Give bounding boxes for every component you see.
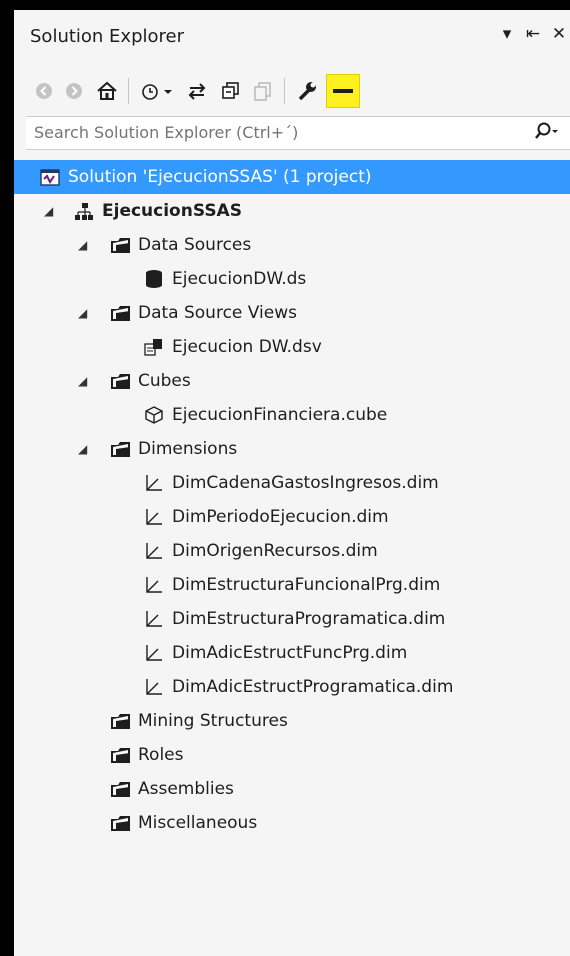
tree-node-dim[interactable]: DimEstructuraProgramatica.dim (14, 602, 570, 636)
tree-label-data-source-views: Data Source Views (138, 303, 297, 323)
search-input[interactable] (32, 122, 516, 143)
tree-label-dim: DimEstructuraProgramatica.dim (172, 609, 446, 629)
folder-icon (110, 303, 130, 323)
tree-label-dim: DimPeriodoEjecucion.dim (172, 507, 389, 527)
tree-node-dsv[interactable]: Ejecucion DW.dsv (14, 330, 570, 364)
tree-label-dim: DimOrigenRecursos.dim (172, 541, 378, 561)
dimension-icon (144, 677, 164, 697)
tree-node-dim[interactable]: DimEstructuraFuncionalPrg.dim (14, 568, 570, 602)
title-bar: Solution Explorer ▾ ⇤ ✕ (14, 10, 570, 66)
tree-label-dsv: Ejecucion DW.dsv (172, 337, 322, 357)
folder-icon (110, 711, 130, 731)
toolbar-separator (284, 78, 285, 104)
panel-title: Solution Explorer (30, 26, 184, 47)
tree-label-project: EjecucionSSAS (102, 201, 242, 221)
dimension-icon (144, 473, 164, 493)
expand-arrow-icon[interactable]: ◢ (44, 204, 53, 218)
tree-label-ds: EjecucionDW.ds (172, 269, 307, 289)
close-icon[interactable]: ✕ (548, 24, 570, 44)
tree-node-dim[interactable]: DimAdicEstructProgramatica.dim (14, 670, 570, 704)
tree-node-solution[interactable]: Solution 'EjecucionSSAS' (1 project) (14, 160, 570, 194)
tree-node-assemblies[interactable]: Assemblies (14, 772, 570, 806)
pin-icon[interactable] (326, 74, 360, 108)
tree-node-dim[interactable]: DimPeriodoEjecucion.dim (14, 500, 570, 534)
back-icon[interactable] (32, 74, 56, 108)
pin-icon[interactable]: ⇤ (522, 24, 544, 44)
history-icon[interactable] (138, 74, 178, 108)
toolbar (14, 66, 570, 116)
tree-node-cube[interactable]: EjecucionFinanciera.cube (14, 398, 570, 432)
dimension-icon (144, 643, 164, 663)
tree-label-assemblies: Assemblies (138, 779, 234, 799)
expand-arrow-icon[interactable]: ◢ (78, 374, 87, 388)
tree-label-miscellaneous: Miscellaneous (138, 813, 258, 833)
folder-icon (110, 779, 130, 799)
dropdown-icon[interactable]: ▾ (496, 24, 518, 44)
data-source-view-icon (144, 337, 164, 357)
database-icon (144, 269, 164, 289)
tree-label-solution: Solution 'EjecucionSSAS' (1 project) (68, 167, 372, 187)
tree-label-data-sources: Data Sources (138, 235, 252, 255)
copy-icon[interactable] (248, 74, 278, 108)
tree-node-roles[interactable]: Roles (14, 738, 570, 772)
settings-icon[interactable] (292, 74, 322, 108)
tree-node-mining-structures[interactable]: Mining Structures (14, 704, 570, 738)
search-box (26, 116, 570, 150)
tree-label-dim: DimAdicEstructFuncPrg.dim (172, 643, 408, 663)
expand-arrow-icon[interactable]: ◢ (78, 442, 87, 456)
forward-icon[interactable] (62, 74, 86, 108)
expand-arrow-icon[interactable]: ◢ (78, 238, 87, 252)
tree-node-dimensions[interactable]: ◢ Dimensions (14, 432, 570, 466)
tree-node-data-sources[interactable]: ◢ Data Sources (14, 228, 570, 262)
title-controls: ▾ ⇤ ✕ (496, 24, 570, 44)
folder-icon (110, 745, 130, 765)
folder-icon (110, 813, 130, 833)
dimension-icon (144, 609, 164, 629)
tree-label-dim: DimCadenaGastosIngresos.dim (172, 473, 439, 493)
dimension-icon (144, 541, 164, 561)
solution-explorer-window: Solution Explorer ▾ ⇤ ✕ Search Solution … (0, 0, 570, 956)
dimension-icon (144, 507, 164, 527)
sync-icon[interactable] (182, 74, 212, 108)
expand-arrow-icon[interactable]: ◢ (78, 306, 87, 320)
folder-icon (110, 439, 130, 459)
folder-icon (110, 371, 130, 391)
tree-node-dim[interactable]: DimOrigenRecursos.dim (14, 534, 570, 568)
collapse-icon[interactable] (216, 74, 246, 108)
tree-node-project[interactable]: ◢ EjecucionSSAS (14, 194, 570, 228)
tree-label-dim: DimEstructuraFuncionalPrg.dim (172, 575, 441, 595)
solution-icon (40, 167, 60, 187)
tree-node-miscellaneous[interactable]: Miscellaneous (14, 806, 570, 840)
project-icon (74, 202, 94, 222)
dimension-icon (144, 575, 164, 595)
tree-label-cube: EjecucionFinanciera.cube (172, 405, 388, 425)
tree-node-ds[interactable]: EjecucionDW.ds (14, 262, 570, 296)
tree-label-dimensions: Dimensions (138, 439, 238, 459)
tree-node-cubes[interactable]: ◢ Cubes (14, 364, 570, 398)
tree-label-roles: Roles (138, 745, 184, 765)
toolbar-separator (128, 78, 129, 104)
tree-node-data-source-views[interactable]: ◢ Data Source Views (14, 296, 570, 330)
tree-label-mining-structures: Mining Structures (138, 711, 288, 731)
folder-icon (110, 235, 130, 255)
tree-label-cubes: Cubes (138, 371, 191, 391)
tree-node-dim[interactable]: DimAdicEstructFuncPrg.dim (14, 636, 570, 670)
search-icon[interactable] (534, 121, 560, 148)
cube-icon (144, 405, 164, 425)
home-icon[interactable] (92, 74, 122, 108)
tree-label-dim: DimAdicEstructProgramatica.dim (172, 677, 454, 697)
tree-node-dim[interactable]: DimCadenaGastosIngresos.dim (14, 466, 570, 500)
